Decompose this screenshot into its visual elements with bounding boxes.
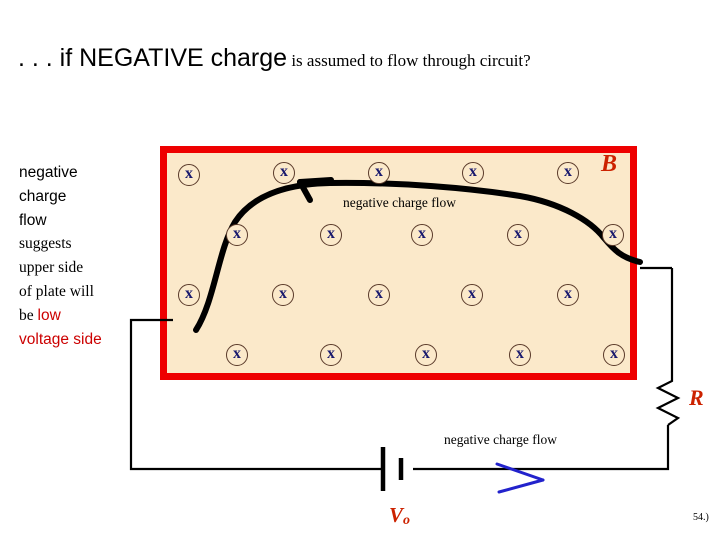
battery-symbol <box>380 447 404 491</box>
note-line-7-highlight: low <box>37 306 61 324</box>
flow-label-bottom: negative charge flow <box>444 432 557 447</box>
field-x-mark: x <box>178 164 200 186</box>
field-x-mark: x <box>603 344 625 366</box>
field-x-mark: x <box>320 224 342 246</box>
note-line-1: negative <box>19 164 78 181</box>
field-x-mark: x <box>272 284 294 306</box>
field-x-mark: x <box>557 162 579 184</box>
note-line-4: suggests <box>19 235 72 253</box>
field-x-mark: x <box>509 344 531 366</box>
magnetic-field-label: B <box>601 151 618 177</box>
field-x-mark: x <box>411 224 433 246</box>
left-annotation: negative charge flow suggests upper side… <box>19 161 159 351</box>
field-x-mark: x <box>226 224 248 246</box>
note-line-6: of plate will <box>19 282 94 300</box>
battery-label-symbol: V <box>389 503 404 527</box>
field-x-mark: x <box>368 284 390 306</box>
field-x-mark: x <box>462 162 484 184</box>
field-x-mark: x <box>273 162 295 184</box>
flow-label-top: negative charge flow <box>343 195 456 210</box>
note-line-3: flow <box>19 211 47 229</box>
field-x-mark: x <box>320 344 342 366</box>
field-x-mark: x <box>415 344 437 366</box>
field-x-mark: x <box>507 224 529 246</box>
note-line-5: upper side <box>19 259 84 277</box>
field-x-mark: x <box>557 284 579 306</box>
note-line-8: voltage side <box>19 330 102 348</box>
note-line-2: charge <box>19 187 67 205</box>
field-x-mark: x <box>461 284 483 306</box>
page-title-sub: is assumed to flow through circuit? <box>287 51 531 70</box>
field-x-mark: x <box>602 224 624 246</box>
field-x-mark: x <box>178 284 200 306</box>
field-x-mark: x <box>226 344 248 366</box>
battery-label: Vo <box>389 503 410 529</box>
resistor-label: R <box>689 385 704 410</box>
page-title: . . . if NEGATIVE charge is assumed to f… <box>18 44 708 73</box>
battery-label-subscript: o <box>403 513 411 528</box>
flow-arrow-bottom <box>495 462 545 494</box>
slide-number: 54.) <box>693 512 709 523</box>
slide-canvas: . . . if NEGATIVE charge is assumed to f… <box>0 0 720 540</box>
note-line-7: be <box>19 306 38 324</box>
resistor-zigzag <box>655 268 681 426</box>
page-title-main: . . . if NEGATIVE charge <box>18 44 288 72</box>
field-x-mark: x <box>368 162 390 184</box>
